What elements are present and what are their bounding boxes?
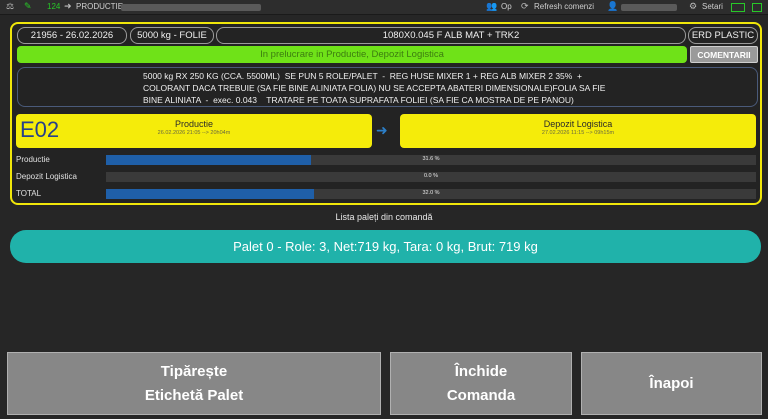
progress-label: TOTAL — [16, 189, 42, 198]
settings-link[interactable]: Setari — [702, 2, 723, 11]
status-bar: In prelucrare in Productie, Depozit Logi… — [17, 46, 687, 63]
redacted-text — [121, 4, 261, 11]
order-spec: 1080X0.045 F ALB MAT + TRK2 — [216, 27, 686, 44]
arrow-icon: ➜ — [64, 1, 72, 11]
progress-text: 0.0 % — [423, 173, 439, 179]
pallet-list-title: Lista paleți din comandă — [335, 212, 433, 222]
progress-text: 32.0 % — [422, 190, 440, 196]
op-label[interactable]: Op — [501, 2, 512, 11]
comments-button[interactable]: COMENTARII — [690, 46, 758, 63]
back-label: Înapoi — [649, 374, 694, 392]
gear-icon[interactable]: ⚙ — [689, 1, 697, 12]
close-order-button[interactable]: Închide Comanda — [390, 352, 572, 415]
order-notes: 5000 kg RX 250 KG (CCA. 5500ML) SE PUN 5… — [17, 67, 758, 107]
production-title: Productie — [174, 119, 214, 129]
edit-icon[interactable]: ✎ — [24, 1, 32, 12]
users-icon[interactable]: 👥 — [486, 1, 497, 12]
logistics-stage: Depozit Logistica 27.02.2026 11:15 --> 0… — [400, 119, 756, 136]
arrow-right-icon: ➜ — [376, 122, 388, 138]
notes-line: BINE ALINIATA - exec. 0.043 TRATARE PE T… — [143, 95, 574, 105]
back-button[interactable]: Înapoi — [581, 352, 762, 415]
user-icon[interactable]: 👤 — [607, 1, 618, 12]
print-label-line2: Etichetă Palet — [144, 386, 244, 404]
production-stage-box[interactable]: E02 Productie 26.02.2026 21:05 --> 20h04… — [16, 114, 372, 148]
signal-icon — [752, 3, 762, 12]
order-id-date: 21956 - 26.02.2026 — [17, 27, 127, 44]
progress-text: 31.6 % — [422, 156, 440, 162]
count-badge: 124 — [47, 2, 61, 11]
logistics-stage-box[interactable]: Depozit Logistica 27.02.2026 11:15 --> 0… — [400, 114, 756, 148]
progress-bar-logistics: 0.0 % — [106, 172, 756, 182]
notes-line: 5000 kg RX 250 KG (CCA. 5500ML) SE PUN 5… — [143, 71, 583, 81]
refresh-icon[interactable]: ⟳ — [521, 1, 529, 12]
progress-label: Depozit Logistica — [16, 172, 77, 181]
client-name: ERD PLASTIC — [688, 27, 758, 44]
progress-bar-total: 32.0 % — [106, 189, 756, 199]
progress-label: Productie — [16, 155, 50, 164]
print-pallet-label-button[interactable]: Tipărește Etichetă Palet — [7, 352, 381, 415]
scales-icon[interactable]: ⚖ — [6, 1, 14, 12]
order-quantity: 5000 kg - FOLIE — [130, 27, 214, 44]
logistics-title: Depozit Logistica — [543, 119, 613, 129]
refresh-orders-link[interactable]: Refresh comenzi — [534, 2, 594, 11]
top-bar: ⚖ ✎ 124 ➜ PRODUCTIE - 👥 Op ⟳ Refresh com… — [0, 0, 768, 15]
production-detail: 26.02.2026 21:05 --> 20h04m — [157, 130, 231, 136]
pallet-row[interactable]: Palet 0 - Role: 3, Net:719 kg, Tara: 0 k… — [10, 230, 761, 263]
logistics-detail: 27.02.2026 11:15 --> 09h15m — [541, 130, 615, 136]
close-order-line2: Comanda — [446, 386, 516, 404]
progress-bar-production: 31.6 % — [106, 155, 756, 165]
notes-line: COLORANT DACA TREBUIE (SA FIE BINE ALINI… — [143, 83, 606, 93]
redacted-user — [621, 4, 677, 11]
close-order-line1: Închide — [454, 362, 508, 380]
order-panel: 21956 - 26.02.2026 5000 kg - FOLIE 1080X… — [10, 22, 762, 205]
print-label-line1: Tipărește — [160, 362, 228, 380]
battery-icon — [731, 3, 745, 12]
production-stage: Productie 26.02.2026 21:05 --> 20h04m — [16, 119, 372, 136]
